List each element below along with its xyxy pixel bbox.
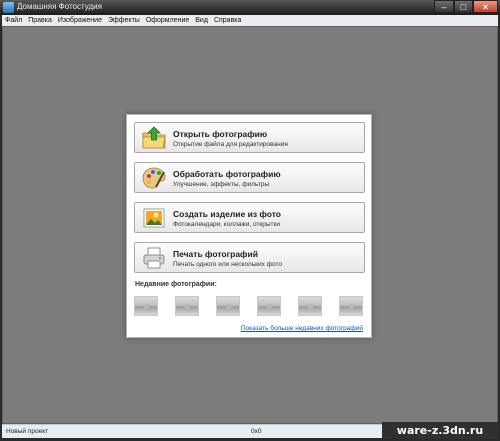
- menu-bar: Файл Правка Изображение Эффекты Оформлен…: [2, 15, 498, 26]
- print-photos-subtitle: Печать одного или нескольких фото: [173, 261, 282, 268]
- edit-photo-subtitle: Улучшение, эффекты, фильтры: [173, 181, 270, 188]
- folder-open-icon: [142, 126, 166, 149]
- menu-design[interactable]: Оформление: [143, 17, 192, 24]
- menu-effects[interactable]: Эффекты: [105, 17, 143, 24]
- close-button[interactable]: ×: [473, 0, 498, 13]
- edit-photo-title: Обработать фотографию: [173, 169, 281, 179]
- create-product-button[interactable]: Создать изделие из фото Фотокалендари, к…: [134, 202, 365, 233]
- print-photos-button[interactable]: Печать фотографий Печать одного или неск…: [134, 242, 365, 273]
- create-product-subtitle: Фотокалендари, коллажи, открытки: [173, 221, 281, 228]
- create-product-title: Создать изделие из фото: [173, 209, 281, 219]
- close-icon: ×: [482, 1, 489, 12]
- maximize-button[interactable]: □: [454, 0, 473, 13]
- open-photo-subtitle: Открытие файла для редактирования: [173, 141, 288, 148]
- recent-photos-label: Недавние фотографии:: [135, 281, 217, 288]
- start-dialog: Открыть фотографию Открытие файла для ре…: [126, 114, 372, 338]
- menu-edit[interactable]: Правка: [25, 17, 55, 24]
- maximize-icon: □: [460, 1, 467, 12]
- title-bar[interactable]: Домашняя Фотостудия – □ ×: [0, 0, 500, 15]
- status-dimensions: 0x0: [251, 428, 262, 435]
- recent-photo-thumb[interactable]: [298, 296, 322, 316]
- recent-photo-thumb[interactable]: [216, 296, 240, 316]
- app-icon: [3, 2, 14, 13]
- minimize-button[interactable]: –: [434, 0, 454, 13]
- menu-view[interactable]: Вид: [192, 17, 211, 24]
- menu-image[interactable]: Изображение: [55, 17, 105, 24]
- edit-photo-button[interactable]: Обработать фотографию Улучшение, эффекты…: [134, 162, 365, 193]
- window-title: Домашняя Фотостудия: [17, 2, 102, 11]
- recent-photo-thumb[interactable]: [339, 296, 363, 316]
- recent-photo-thumb[interactable]: [134, 296, 158, 316]
- app-window: Домашняя Фотостудия – □ × Файл Правка Из…: [0, 0, 500, 441]
- status-project: Новый проект: [6, 428, 49, 435]
- print-photos-title: Печать фотографий: [173, 249, 258, 259]
- menu-help[interactable]: Справка: [211, 17, 244, 24]
- recent-photo-thumb[interactable]: [257, 296, 281, 316]
- picture-icon: [143, 208, 165, 228]
- printer-icon: [143, 247, 165, 269]
- more-recent-photos-link[interactable]: Показать больше недавних фотографий: [241, 325, 363, 332]
- watermark: ware-z.3dn.ru: [382, 422, 498, 439]
- recent-photo-thumb[interactable]: [175, 296, 199, 316]
- palette-icon: [142, 167, 166, 189]
- menu-file[interactable]: Файл: [2, 17, 25, 24]
- open-photo-button[interactable]: Открыть фотографию Открытие файла для ре…: [134, 122, 365, 153]
- open-photo-title: Открыть фотографию: [173, 129, 268, 139]
- minimize-icon: –: [441, 1, 447, 12]
